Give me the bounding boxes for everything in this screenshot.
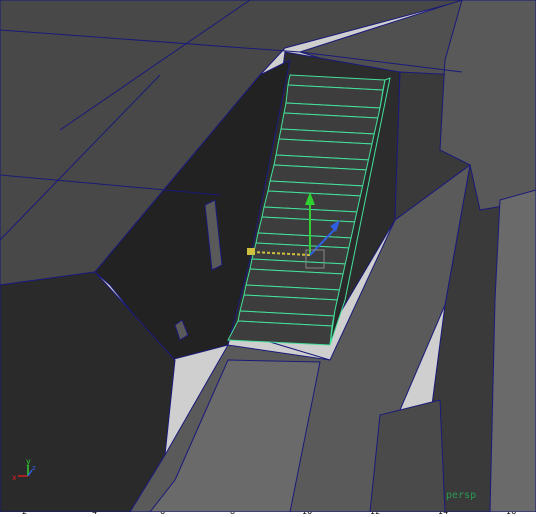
camera-label: persp bbox=[446, 490, 477, 501]
ruler-tick: 4 bbox=[92, 512, 97, 517]
ruler-tick: 14 bbox=[438, 512, 448, 517]
ruler-tick: 16 bbox=[506, 512, 516, 517]
ruler-tick: 8 bbox=[230, 512, 235, 517]
svg-text:x: x bbox=[12, 473, 17, 482]
scene-canvas[interactable]: x y z bbox=[0, 0, 536, 512]
walkway-step bbox=[369, 399, 446, 512]
ruler-tick: 12 bbox=[370, 512, 380, 517]
ruler-tick: 2 bbox=[22, 512, 27, 517]
svg-text:y: y bbox=[26, 457, 31, 466]
time-ruler[interactable]: 2 4 6 8 10 12 14 16 bbox=[0, 512, 536, 517]
ruler-tick: 6 bbox=[160, 512, 165, 517]
ruler-tick: 10 bbox=[302, 512, 312, 517]
perspective-viewport[interactable]: x y z persp bbox=[0, 0, 536, 512]
svg-text:z: z bbox=[32, 464, 36, 472]
